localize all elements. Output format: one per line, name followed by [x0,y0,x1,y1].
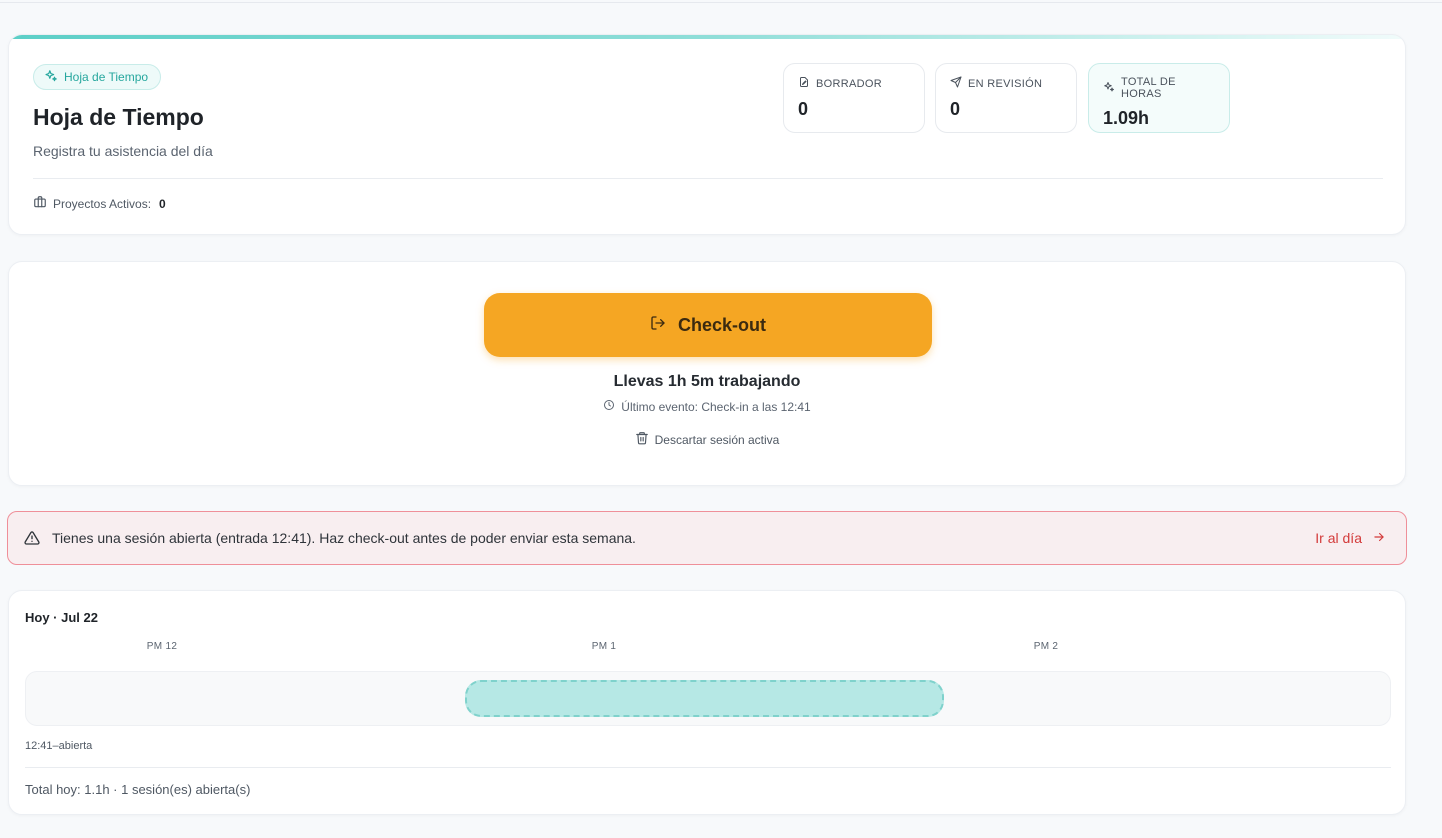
last-event-text: Último evento: Check-in a las 12:41 [621,399,811,414]
header-accent-bar [9,35,1405,39]
sparkles-icon [1103,81,1115,96]
day-timeline-card: Hoy · Jul 22 PM 12 PM 1 PM 2 12:41–abier… [8,590,1406,815]
log-out-icon [650,315,666,336]
timeline-divider [25,767,1391,768]
discard-row: Descartar sesión activa [9,431,1405,448]
session-time-label: 12:41–abierta [25,740,93,752]
stat-draft-value: 0 [798,99,809,119]
open-session-alert: Tienes una sesión abierta (entrada 12:41… [7,511,1407,565]
briefcase-icon [33,195,47,212]
stat-review-label: EN REVISIÓN [968,77,1043,90]
top-border [0,0,1442,3]
warning-icon [24,530,40,546]
timeline-track [25,671,1391,726]
stat-total-hours-value: 1.09h [1103,108,1150,128]
stat-draft: BORRADOR 0 [783,63,925,133]
trash-icon [635,431,649,448]
last-event: Último evento: Check-in a las 12:41 [9,399,1405,414]
attendance-card: Check-out Llevas 1h 5m trabajando Último… [8,261,1406,486]
timesheet-header-card: Hoja de Tiempo Hoja de Tiempo Registra t… [8,34,1406,235]
timeline-total: Total hoy: 1.1h · 1 sesión(es) abierta(s… [25,782,251,797]
active-projects: Proyectos Activos: 0 [33,195,166,212]
timeline-title: Hoy · Jul 22 [25,610,98,625]
check-out-button[interactable]: Check-out [484,293,932,357]
alert-message: Tienes una sesión abierta (entrada 12:41… [52,530,636,546]
send-icon [950,76,962,91]
header-divider [33,178,1383,179]
timeline-tick: PM 2 [1033,641,1059,652]
section-chip-label: Hoja de Tiempo [64,70,149,84]
working-duration: Llevas 1h 5m trabajando [613,373,801,390]
go-to-day-link[interactable]: Ir al día [1315,530,1386,547]
section-chip: Hoja de Tiempo [33,64,162,90]
go-to-day-label: Ir al día [1315,530,1362,546]
active-projects-label: Proyectos Activos: [53,196,152,211]
page-subtitle: Registra tu asistencia del día [33,143,213,159]
check-out-button-label: Check-out [677,314,766,335]
active-projects-value: 0 [159,196,166,211]
sparkles-icon [44,69,58,86]
discard-session-label: Descartar sesión activa [654,432,780,447]
stat-draft-label: BORRADOR [816,77,882,90]
stat-review: EN REVISIÓN 0 [935,63,1077,133]
session-bar[interactable] [465,680,944,717]
draft-icon [798,76,810,91]
arrow-right-icon [1372,530,1386,547]
timeline-tick: PM 1 [591,641,617,652]
stat-total-hours-label: TOTAL DE HORAS [1121,76,1176,100]
discard-session-button[interactable]: Descartar sesión activa [635,431,780,448]
page-title: Hoja de Tiempo [33,104,204,130]
clock-icon [603,399,615,414]
timeline-tick: PM 12 [146,641,178,652]
stat-total-hours: TOTAL DE HORAS 1.09h [1088,63,1230,133]
stat-review-value: 0 [950,99,961,119]
